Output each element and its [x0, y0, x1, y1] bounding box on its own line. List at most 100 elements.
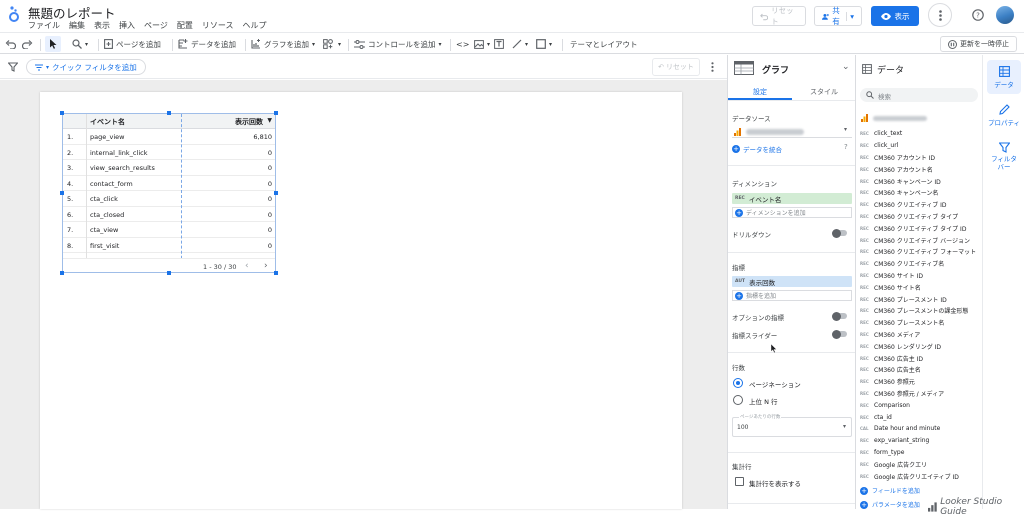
- share-button[interactable]: 共有 ▾: [814, 6, 862, 26]
- add-dimension-button[interactable]: + ディメンションを追加: [732, 207, 852, 218]
- field-item[interactable]: REC CM360 レンダリング ID: [860, 340, 980, 352]
- field-item[interactable]: REC CM360 メディア: [860, 329, 980, 341]
- rail-properties-button[interactable]: プロパティ: [987, 98, 1021, 132]
- field-item[interactable]: REC CM360 サイト名: [860, 281, 980, 293]
- field-item[interactable]: REC CM360 クリエイティブ タイプ: [860, 211, 980, 223]
- drilldown-toggle[interactable]: [832, 228, 847, 238]
- reset-button[interactable]: リセット: [752, 6, 806, 26]
- rail-filter-bar-button[interactable]: フィルタバー: [987, 136, 1021, 176]
- theme-layout-button[interactable]: テーマとレイアウト: [570, 36, 638, 52]
- field-item[interactable]: REC Google 広告クエリ: [860, 458, 980, 470]
- zoom-icon[interactable]: ▾: [72, 36, 88, 52]
- help-icon[interactable]: ?: [972, 9, 984, 21]
- menu-edit[interactable]: 編集: [69, 20, 85, 31]
- table-row[interactable]: 6. cta_closed 0: [63, 207, 275, 222]
- field-item[interactable]: REC CM360 クリエイティブ名: [860, 258, 980, 270]
- undo-icon[interactable]: [5, 36, 16, 52]
- sort-desc-icon[interactable]: ▼: [267, 117, 272, 124]
- field-item[interactable]: REC form_type: [860, 447, 980, 459]
- redo-icon[interactable]: [22, 36, 33, 52]
- menu-insert[interactable]: 挿入: [119, 20, 135, 31]
- add-data-button[interactable]: データを追加: [178, 36, 236, 52]
- menu-resource[interactable]: リソース: [202, 20, 234, 31]
- filter-reset-button[interactable]: ↶ リセット: [652, 58, 700, 76]
- field-item[interactable]: CAL Date hour and minute: [860, 423, 980, 435]
- table-row[interactable]: 5. cta_click 0: [63, 191, 275, 207]
- metric-slider-toggle[interactable]: [832, 329, 847, 339]
- table-row[interactable]: 1. page_view 6,810: [63, 129, 275, 145]
- column-header-views[interactable]: 表示回数: [235, 117, 263, 127]
- resize-handle[interactable]: [167, 271, 171, 275]
- field-item[interactable]: REC CM360 サイト ID: [860, 270, 980, 282]
- community-viz-icon[interactable]: ▾: [323, 36, 341, 52]
- menu-file[interactable]: ファイル: [28, 20, 60, 31]
- field-item[interactable]: REC CM360 プレースメントの課金形態: [860, 305, 980, 317]
- table-row[interactable]: 2. internal_link_click 0: [63, 145, 275, 160]
- rows-dropdown-icon[interactable]: ▾: [843, 423, 846, 430]
- menu-arrange[interactable]: 配置: [177, 20, 193, 31]
- text-box-icon[interactable]: [494, 36, 504, 52]
- quick-filter-button[interactable]: ▾ クイック フィルタを追加: [26, 59, 146, 75]
- line-icon[interactable]: ▾: [512, 36, 528, 52]
- share-dropdown-icon[interactable]: ▾: [846, 11, 854, 21]
- rows-per-page-field[interactable]: ページあたりの行数 100 ▾: [732, 414, 852, 437]
- avatar[interactable]: [996, 6, 1014, 24]
- field-item[interactable]: REC CM360 参照元: [860, 376, 980, 388]
- field-item[interactable]: REC exp_variant_string: [860, 435, 980, 447]
- rail-data-button[interactable]: データ: [987, 60, 1021, 94]
- field-item[interactable]: REC CM360 広告主 ID: [860, 352, 980, 364]
- field-item[interactable]: REC CM360 キャンペーン名: [860, 187, 980, 199]
- add-page-button[interactable]: ページを追加: [104, 36, 161, 52]
- field-item[interactable]: REC CM360 クリエイティブ タイプ ID: [860, 222, 980, 234]
- next-page-icon[interactable]: ›: [264, 261, 268, 271]
- add-control-button[interactable]: コントロールを追加 ▾: [354, 36, 442, 52]
- field-item[interactable]: REC click_text: [860, 128, 980, 140]
- view-button[interactable]: 表示: [871, 6, 919, 26]
- menu-view[interactable]: 表示: [94, 20, 110, 31]
- tab-style[interactable]: スタイル: [792, 81, 855, 100]
- metric-chip[interactable]: AUT 表示回数: [732, 276, 852, 287]
- optional-metric-toggle[interactable]: [832, 311, 847, 321]
- resize-handle[interactable]: [60, 111, 64, 115]
- pause-updates-button[interactable]: 更新を一時停止: [940, 36, 1017, 52]
- field-item[interactable]: REC CM360 アカウント ID: [860, 152, 980, 164]
- add-parameter-button[interactable]: + パラメータを追加: [860, 500, 920, 509]
- resize-handle[interactable]: [274, 111, 278, 115]
- looker-studio-logo-icon[interactable]: [8, 5, 22, 23]
- table-row[interactable]: 4. contact_form 0: [63, 176, 275, 191]
- add-chart-button[interactable]: グラフを追加 ▾: [251, 36, 315, 52]
- resize-handle[interactable]: [274, 271, 278, 275]
- field-item[interactable]: REC CM360 アカウント名: [860, 163, 980, 175]
- field-item[interactable]: REC CM360 クリエイティブ フォーマット: [860, 246, 980, 258]
- menu-page[interactable]: ページ: [144, 20, 168, 31]
- field-item[interactable]: REC cta_id: [860, 411, 980, 423]
- select-cursor-icon[interactable]: [45, 36, 61, 52]
- field-item[interactable]: REC CM360 参照元 / メディア: [860, 388, 980, 400]
- more-options-icon[interactable]: [928, 3, 952, 27]
- table-row[interactable]: 7. cta_view 0: [63, 222, 275, 238]
- table-row[interactable]: 8. first_visit 0: [63, 238, 275, 253]
- field-item[interactable]: REC click_url: [860, 140, 980, 152]
- prev-page-icon[interactable]: ‹: [245, 261, 249, 271]
- field-item[interactable]: REC CM360 キャンペーン ID: [860, 175, 980, 187]
- table-row[interactable]: 3. view_search_results 0: [63, 160, 275, 176]
- field-item[interactable]: REC CM360 クリエイティブ ID: [860, 199, 980, 211]
- field-item[interactable]: REC CM360 クリエイティブ バージョン: [860, 234, 980, 246]
- dimension-chip[interactable]: REC イベント名: [732, 193, 852, 204]
- field-item[interactable]: REC CM360 プレースメント名: [860, 317, 980, 329]
- add-metric-button[interactable]: + 指標を追加: [732, 290, 852, 301]
- show-summary-checkbox[interactable]: [735, 477, 744, 486]
- field-item[interactable]: REC Comparison: [860, 399, 980, 411]
- field-item[interactable]: REC Google 広告クリエイティブ ID: [860, 470, 980, 482]
- datasource-dropdown-icon[interactable]: ▾: [844, 126, 847, 133]
- table-chart-type-icon[interactable]: [734, 61, 754, 75]
- field-search-input[interactable]: 検索: [860, 88, 978, 102]
- resize-handle[interactable]: [274, 191, 278, 195]
- embed-url-icon[interactable]: <>: [456, 36, 469, 52]
- resize-handle[interactable]: [60, 271, 64, 275]
- filter-icon[interactable]: [8, 62, 18, 72]
- resize-handle[interactable]: [167, 111, 171, 115]
- column-header-event-name[interactable]: イベント名: [90, 117, 125, 127]
- field-item[interactable]: REC CM360 プレースメント ID: [860, 293, 980, 305]
- tab-setup[interactable]: 設定: [728, 81, 792, 100]
